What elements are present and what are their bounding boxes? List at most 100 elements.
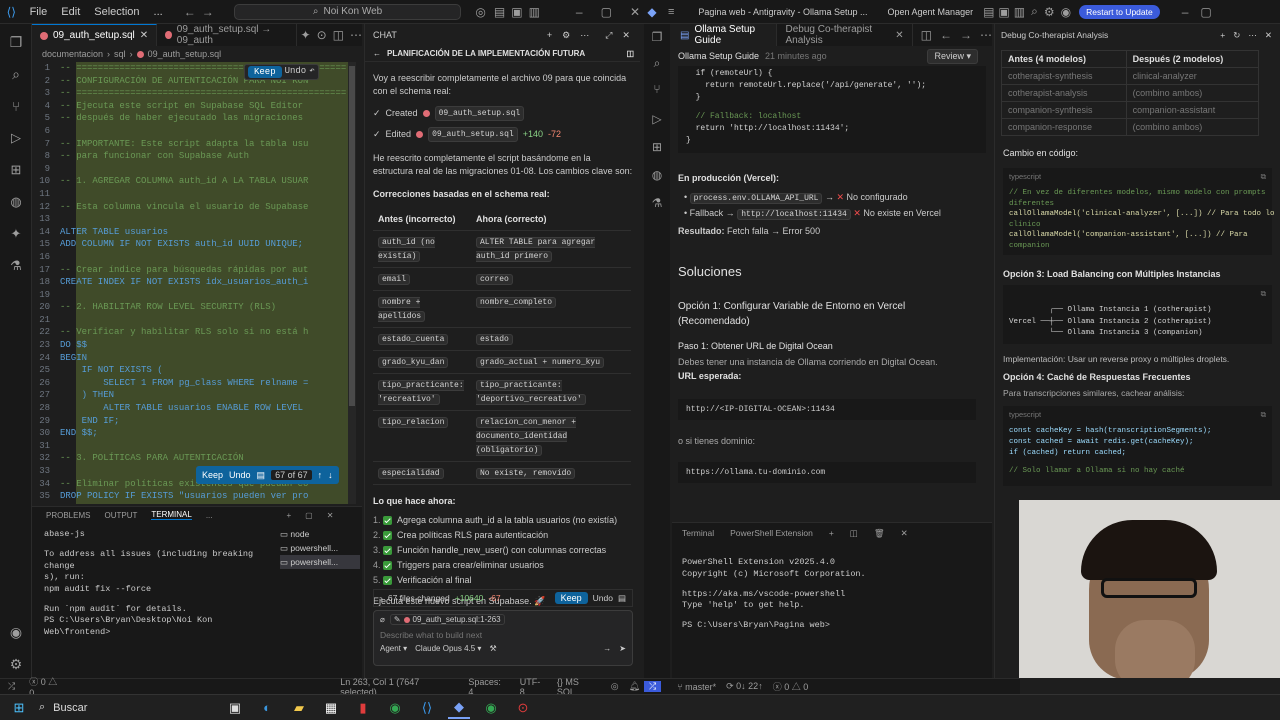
code-editor[interactable]: 1 -- ====================================… bbox=[32, 62, 362, 504]
edited-file-chip[interactable]: 09_auth_setup.sql bbox=[428, 127, 518, 142]
tab-powershell-extension[interactable]: PowerShell Extension bbox=[730, 528, 813, 538]
minimize-icon[interactable]: – bbox=[576, 5, 583, 19]
branch-indicator[interactable]: ⑂ master* bbox=[677, 682, 716, 692]
copilot-status-icon[interactable]: ◎ bbox=[611, 681, 619, 692]
layout-secondary-icon[interactable]: ▥ bbox=[529, 5, 540, 19]
explorer-icon[interactable]: ❐ bbox=[647, 30, 667, 44]
remote-indicator-icon[interactable]: ⤮ bbox=[644, 681, 662, 692]
antigravity-icon[interactable]: ◆ bbox=[448, 697, 470, 719]
chat-input[interactable] bbox=[380, 628, 628, 642]
new-chat-icon[interactable]: + bbox=[1220, 30, 1225, 40]
settings-gear-icon[interactable]: ⚙ bbox=[6, 654, 26, 674]
maximize-icon[interactable]: ▢ bbox=[1200, 5, 1211, 19]
maximize-panel-icon[interactable]: ▢ bbox=[305, 511, 313, 520]
layout-secondary-icon[interactable]: ▥ bbox=[1014, 5, 1025, 19]
back-arrow-icon[interactable]: ← bbox=[940, 28, 952, 42]
command-center-search[interactable]: ⌕ Noi Kon Web bbox=[233, 3, 462, 20]
close-icon[interactable]: ✕ bbox=[1265, 30, 1272, 41]
account-icon[interactable]: ◉ bbox=[6, 622, 26, 642]
search-icon[interactable]: ⌕ bbox=[1031, 4, 1038, 19]
model-select[interactable]: Claude Opus 4.5 ▾ bbox=[415, 644, 481, 653]
menu-selection[interactable]: Selection bbox=[94, 6, 139, 18]
run-debug-icon[interactable]: ▷ bbox=[647, 112, 667, 126]
created-file-chip[interactable]: 09_auth_setup.sql bbox=[434, 106, 525, 121]
tab-more[interactable]: ... bbox=[206, 511, 213, 520]
split-editor-icon[interactable]: ◫ bbox=[333, 28, 344, 42]
close-tab-icon[interactable]: ✕ bbox=[895, 30, 903, 41]
restart-update-button[interactable]: Restart to Update bbox=[1079, 4, 1160, 19]
layout-sidebar-icon[interactable]: ▤ bbox=[983, 5, 994, 19]
terminal-session-powershell[interactable]: ▭ powershell... bbox=[280, 541, 360, 555]
history-icon[interactable]: ↻ bbox=[1233, 30, 1240, 41]
taskbar-search[interactable]: ⌕ Buscar bbox=[39, 698, 219, 718]
copy-icon[interactable]: ⧉ bbox=[1261, 410, 1266, 420]
remote-icon[interactable]: ◍ bbox=[6, 192, 26, 212]
tab-09-auth-diff[interactable]: 09_auth_setup.sql → 09_auth bbox=[157, 24, 297, 46]
chrome-profile-icon[interactable]: ◉ bbox=[480, 697, 502, 719]
menu-edit[interactable]: Edit bbox=[61, 6, 80, 18]
open-changes-icon[interactable]: ⊙ bbox=[317, 28, 327, 42]
tab-terminal[interactable]: Terminal bbox=[682, 528, 714, 538]
more-actions-icon[interactable]: ⋯ bbox=[980, 28, 992, 42]
terminal-output[interactable]: PowerShell Extension v2025.4.0 Copyright … bbox=[682, 557, 972, 632]
close-tab-icon[interactable]: ✕ bbox=[140, 30, 148, 41]
terminal-output[interactable]: abase-js To address all issues (including… bbox=[44, 529, 274, 638]
remote-icon[interactable]: ◍ bbox=[647, 168, 667, 182]
tab-output[interactable]: OUTPUT bbox=[104, 511, 137, 520]
undo-all-button[interactable]: Undo bbox=[229, 470, 251, 480]
menu-icon[interactable]: ≡ bbox=[668, 6, 674, 18]
remote-indicator-icon[interactable]: ⤮ bbox=[8, 681, 15, 692]
back-arrow-icon[interactable]: ← bbox=[184, 5, 196, 19]
copy-icon[interactable]: ⧉ bbox=[1261, 172, 1266, 182]
scrollbar-thumb[interactable] bbox=[349, 66, 355, 406]
search-icon[interactable]: ⌕ bbox=[647, 56, 667, 71]
undo-button[interactable]: Undo bbox=[285, 66, 307, 78]
settings-gear-icon[interactable]: ⚙ bbox=[1044, 5, 1055, 19]
menu-more[interactable]: ... bbox=[154, 6, 163, 18]
changed-files-bar[interactable]: › 67 files changed +10640 -67 Keep Undo … bbox=[373, 589, 633, 607]
undo-all-button[interactable]: Undo bbox=[593, 593, 613, 603]
previous-change-icon[interactable]: ↑ bbox=[318, 470, 323, 480]
view-changes-icon[interactable]: ▤ bbox=[618, 593, 626, 604]
run-debug-icon[interactable]: ▷ bbox=[6, 128, 26, 148]
copilot-icon[interactable]: ◎ bbox=[475, 5, 485, 19]
edited-file-row[interactable]: ✓ Edited 09_auth_setup.sql +140 -72 bbox=[373, 127, 633, 142]
forward-arrow-icon[interactable]: → bbox=[202, 5, 214, 19]
more-actions-icon[interactable]: ⋯ bbox=[580, 30, 589, 41]
back-arrow-icon[interactable]: ← bbox=[373, 49, 381, 58]
tab-debug-cotherapist[interactable]: Debug Co-therapist Analysis ✕ bbox=[777, 24, 913, 46]
layout-panel-icon[interactable]: ▣ bbox=[511, 5, 522, 19]
terminal-session-powershell-active[interactable]: ▭ powershell... bbox=[280, 555, 360, 569]
tools-icon[interactable]: ⚒ bbox=[489, 644, 496, 653]
keep-all-button[interactable]: Keep bbox=[554, 592, 588, 604]
sync-indicator[interactable]: ⟳ 0↓ 22↑ bbox=[726, 681, 763, 692]
problems-indicator[interactable]: ⓧ 0 △ 0 bbox=[773, 680, 809, 693]
forward-arrow-icon[interactable]: → bbox=[960, 28, 972, 42]
context-file-chip[interactable]: ✎ 09_auth_setup.sql:1-263 bbox=[389, 614, 505, 625]
extensions-icon[interactable]: ⊞ bbox=[6, 160, 26, 180]
extensions-icon[interactable]: ⊞ bbox=[647, 140, 667, 154]
maximize-icon[interactable]: ▢ bbox=[601, 5, 612, 19]
maximize-icon[interactable]: ⤢ bbox=[605, 30, 612, 41]
explorer-icon[interactable]: ❐ bbox=[6, 32, 26, 52]
store-icon[interactable]: ▦ bbox=[320, 697, 342, 719]
review-button[interactable]: Review ▾ bbox=[927, 48, 978, 64]
windows-start-icon[interactable]: ⊞ bbox=[8, 697, 30, 719]
chrome-icon[interactable]: ◉ bbox=[384, 697, 406, 719]
search-icon[interactable]: ⌕ bbox=[6, 64, 26, 84]
created-file-row[interactable]: ✓ Created 09_auth_setup.sql bbox=[373, 106, 633, 121]
file-icon[interactable]: ▤ bbox=[257, 470, 266, 481]
chat-session-icon[interactable]: ◫ bbox=[626, 49, 634, 58]
close-panel-icon[interactable]: ✕ bbox=[901, 528, 908, 539]
breadcrumb-folder[interactable]: documentacion bbox=[42, 49, 103, 59]
source-control-icon[interactable]: ⑂ bbox=[647, 82, 667, 96]
copilot-agent-icon[interactable]: ✦ bbox=[6, 224, 26, 244]
keep-all-button[interactable]: Keep bbox=[202, 470, 223, 480]
menu-file[interactable]: File bbox=[30, 6, 48, 18]
minimize-icon[interactable]: – bbox=[1182, 5, 1189, 19]
notifications-icon[interactable]: 🔔︎ bbox=[629, 681, 640, 692]
account-icon[interactable]: ◉ bbox=[1061, 5, 1071, 19]
red-app-icon[interactable]: ▮ bbox=[352, 697, 374, 719]
tab-09-auth-setup[interactable]: 09_auth_setup.sql ✕ bbox=[32, 24, 158, 46]
agent-manager-button[interactable]: Open Agent Manager bbox=[888, 7, 974, 17]
